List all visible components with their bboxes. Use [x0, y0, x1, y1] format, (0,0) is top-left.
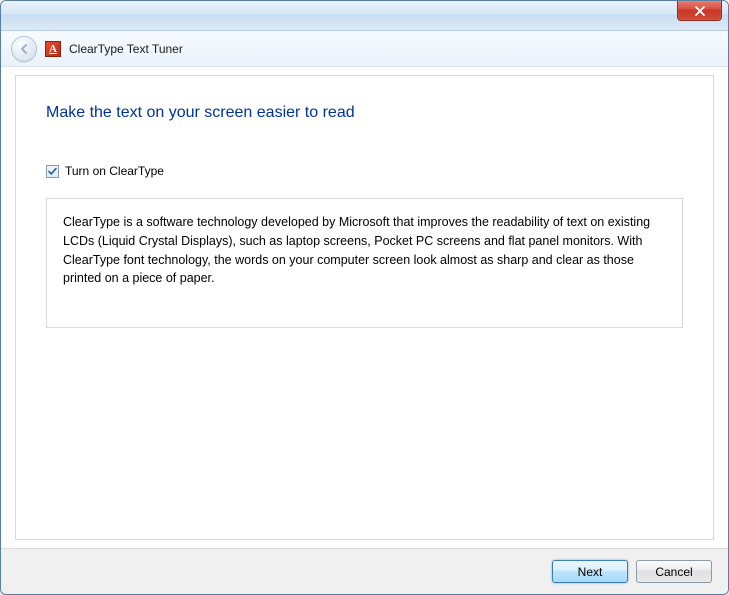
footer-bar: Next Cancel: [1, 548, 728, 594]
app-icon-letter: A: [49, 43, 57, 55]
page-heading: Make the text on your screen easier to r…: [46, 104, 683, 122]
titlebar: [1, 1, 728, 31]
close-icon: [694, 6, 706, 16]
cleartype-checkbox[interactable]: [46, 165, 59, 178]
cleartype-checkbox-row: Turn on ClearType: [46, 164, 683, 178]
description-box: ClearType is a software technology devel…: [46, 198, 683, 328]
description-text: ClearType is a software technology devel…: [63, 215, 650, 285]
cancel-button[interactable]: Cancel: [636, 560, 712, 583]
checkmark-icon: [47, 166, 58, 177]
close-button[interactable]: [677, 1, 722, 21]
back-button[interactable]: [11, 36, 37, 62]
cleartype-checkbox-label: Turn on ClearType: [65, 164, 164, 178]
app-icon: A: [45, 41, 61, 57]
back-arrow-icon: [17, 42, 31, 56]
content-panel: Make the text on your screen easier to r…: [15, 75, 714, 540]
window-title: ClearType Text Tuner: [69, 42, 183, 56]
header-bar: A ClearType Text Tuner: [1, 31, 728, 67]
next-button[interactable]: Next: [552, 560, 628, 583]
wizard-window: A ClearType Text Tuner Make the text on …: [0, 0, 729, 595]
